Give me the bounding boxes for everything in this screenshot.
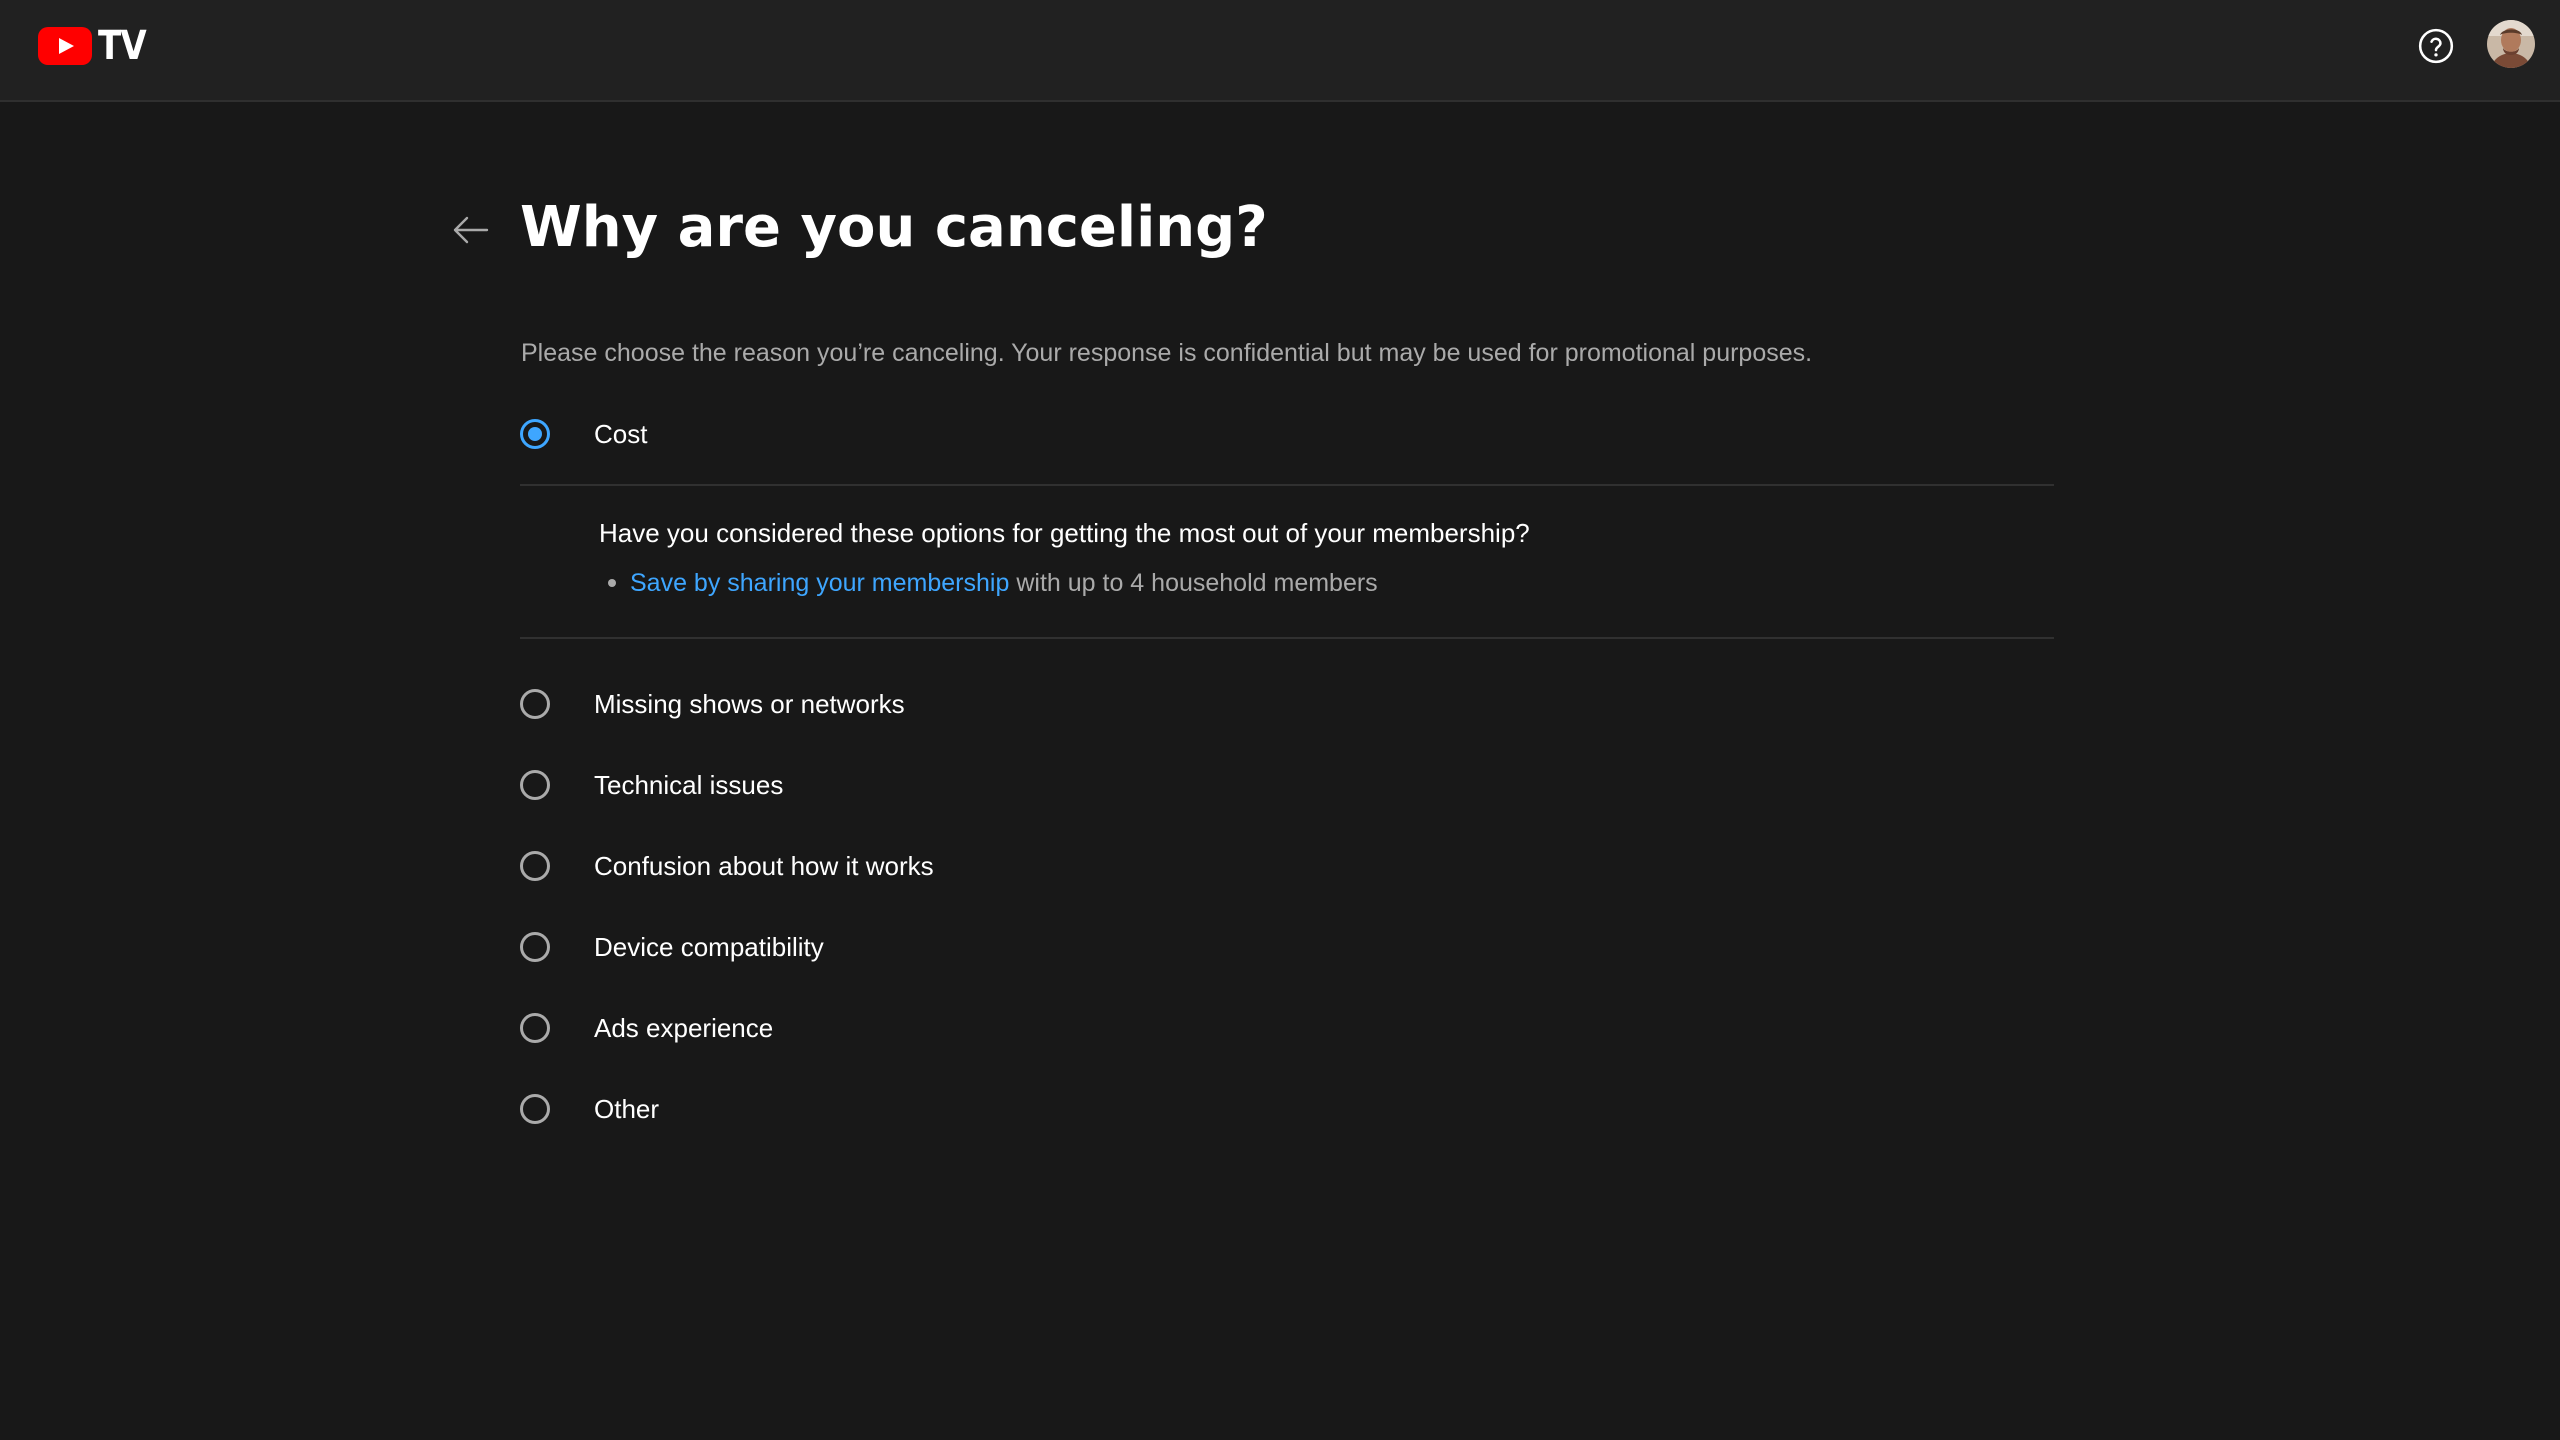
arrow-left-icon (453, 216, 489, 244)
cost-tip-item: Save by sharing your membership with up … (608, 566, 1378, 600)
option-missing-shows[interactable]: Missing shows or networks (520, 684, 905, 724)
option-label: Technical issues (594, 769, 784, 800)
logo-text: TV (98, 23, 147, 69)
back-button[interactable] (448, 210, 492, 250)
option-cost[interactable]: Cost (520, 414, 647, 454)
option-label: Cost (594, 418, 648, 449)
top-bar: TV (0, 0, 2560, 102)
option-ads-experience[interactable]: Ads experience (520, 1008, 773, 1048)
option-label: Ads experience (594, 1012, 774, 1043)
radio-button[interactable] (520, 1013, 550, 1043)
divider (520, 637, 2054, 639)
radio-button[interactable] (520, 1094, 550, 1124)
option-label: Other (594, 1093, 660, 1124)
divider (520, 484, 2054, 486)
help-circle-icon (2418, 28, 2454, 64)
radio-button[interactable] (520, 851, 550, 881)
option-technical-issues[interactable]: Technical issues (520, 765, 783, 805)
share-membership-link[interactable]: Save by sharing your membership (630, 566, 1009, 600)
option-confusion[interactable]: Confusion about how it works (520, 846, 934, 886)
option-device-compatibility[interactable]: Device compatibility (520, 927, 824, 967)
page-title: Why are you canceling? (520, 195, 1268, 260)
cost-tip-heading: Have you considered these options for ge… (599, 518, 1530, 548)
radio-button[interactable] (520, 770, 550, 800)
cost-tip-rest-text: with up to 4 household members (1016, 569, 1378, 597)
page-subtitle: Please choose the reason you’re cancelin… (521, 339, 1813, 367)
option-label: Missing shows or networks (594, 688, 905, 719)
radio-button[interactable] (520, 689, 550, 719)
user-avatar-icon (2487, 20, 2535, 68)
bullet-icon (608, 579, 616, 587)
help-button[interactable] (2416, 26, 2456, 66)
account-avatar[interactable] (2487, 20, 2535, 68)
youtube-play-icon (38, 27, 92, 65)
option-label: Confusion about how it works (594, 850, 934, 881)
option-other[interactable]: Other (520, 1089, 659, 1129)
option-label: Device compatibility (594, 931, 824, 962)
youtube-tv-logo[interactable]: TV (38, 26, 154, 66)
radio-button[interactable] (520, 932, 550, 962)
radio-button-selected[interactable] (520, 419, 550, 449)
